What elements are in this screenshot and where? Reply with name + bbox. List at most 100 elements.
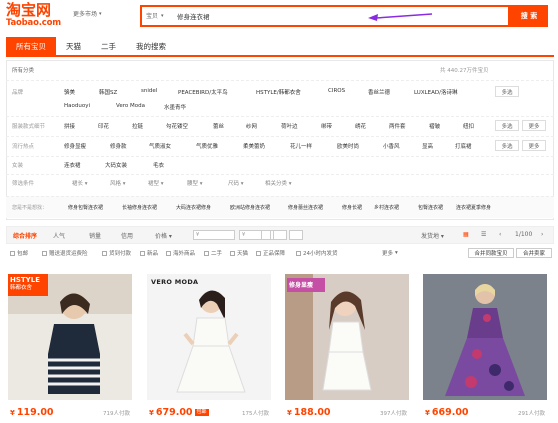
style-item[interactable]: 修身款 <box>110 142 127 150</box>
product-card[interactable]: VERO MODA ¥679.00 包邮 175人付款 <box>147 274 271 421</box>
guess-item[interactable]: 大码连衣裙修身 <box>176 204 211 211</box>
product-card[interactable]: 修身显瘦 ¥188.00 397人付款 <box>285 274 409 421</box>
pattern-item[interactable]: 拉链 <box>132 122 143 130</box>
merge-sellers-button[interactable]: 合并卖家 <box>516 248 552 258</box>
category-item[interactable]: 连衣裙 <box>64 161 81 169</box>
brand-item[interactable]: HSTYLE/韩都衣舍 <box>256 88 301 96</box>
multi-select-button[interactable]: 多选 <box>495 86 519 97</box>
pattern-item[interactable]: 纽扣 <box>463 122 474 130</box>
pattern-item[interactable]: 印花 <box>98 122 109 130</box>
sort-price[interactable]: 价格 ▾ <box>155 231 172 240</box>
price-min-input[interactable]: ¥ <box>193 230 235 240</box>
option-checkbox[interactable]: 天猫 <box>230 249 248 257</box>
list-view-icon[interactable]: ☰ <box>481 231 486 238</box>
option-checkbox[interactable]: 正品保障 <box>256 249 285 257</box>
product-card[interactable]: HSTYLE 韩都衣舍 ¥119.00 719人付款 <box>8 274 132 421</box>
brand-item[interactable]: 韩国SZ <box>99 88 117 96</box>
pattern-item[interactable]: 绑带 <box>321 122 332 130</box>
guess-item[interactable]: 修身蕾丝连衣裙 <box>288 204 323 211</box>
category-item[interactable]: 毛衣 <box>153 161 164 169</box>
style-item[interactable]: 欧美时尚 <box>337 142 359 150</box>
option-checkbox[interactable]: 海外商品 <box>166 249 195 257</box>
multi-select-button[interactable]: 多选 <box>495 140 519 151</box>
option-checkbox[interactable]: 赠送退货运费险 <box>42 249 88 257</box>
pattern-item[interactable]: 绣花 <box>355 122 366 130</box>
style-item[interactable]: 显高 <box>422 142 433 150</box>
sift-dropdown[interactable]: 相关分类 ▾ <box>265 179 292 187</box>
brand-item[interactable]: LUXLEAD/洛诗琳 <box>414 88 457 96</box>
option-checkbox[interactable]: 二手 <box>204 249 222 257</box>
search-scope-dropdown[interactable]: 宝贝 ▾ <box>146 11 164 21</box>
sift-dropdown[interactable]: 风格 ▾ <box>110 179 126 187</box>
option-checkbox[interactable]: 24小时内发货 <box>296 249 338 257</box>
brand-item[interactable]: 香丝兰德 <box>368 88 390 96</box>
guess-item[interactable]: 修身包臀连衣裙 <box>68 204 103 211</box>
option-checkbox[interactable]: 货到付款 <box>102 249 131 257</box>
all-categories-label[interactable]: 所有分类 <box>12 66 34 74</box>
guess-item[interactable]: 修身长裙 <box>342 204 362 211</box>
tab-second-hand[interactable]: 二手 <box>91 37 126 55</box>
product-card[interactable]: ¥669.00 291人付款 <box>423 274 547 421</box>
brand-item[interactable]: CIROS <box>328 88 345 94</box>
search-input[interactable]: 修身连衣裙 <box>177 11 210 21</box>
product-image[interactable]: VERO MODA <box>147 274 271 400</box>
style-item[interactable]: 气质淑女 <box>149 142 171 150</box>
sort-popularity[interactable]: 人气 <box>53 231 65 240</box>
style-item[interactable]: 小香风 <box>383 142 400 150</box>
tab-my-search[interactable]: 我的搜索 <box>126 37 176 55</box>
sift-dropdown[interactable]: 裙型 ▾ <box>148 179 164 187</box>
chevron-down-icon: ▾ <box>161 12 164 19</box>
brand-item[interactable]: Haoduoyi <box>64 103 90 109</box>
pattern-item[interactable]: 两件套 <box>389 122 406 130</box>
search-button[interactable]: 搜 索 <box>510 5 548 27</box>
guess-item[interactable]: 长袖修身连衣裙 <box>122 204 157 211</box>
guess-item[interactable]: 欧洲站修身连衣裙 <box>230 204 270 211</box>
guess-item[interactable]: 连衣裙夏季修身 <box>456 204 491 211</box>
next-page-icon[interactable]: › <box>541 231 543 238</box>
brand-item[interactable]: Vero Moda <box>116 103 145 109</box>
product-image[interactable]: 修身显瘦 <box>285 274 409 400</box>
tab-all-items[interactable]: 所有宝贝 <box>6 37 56 55</box>
sort-credit[interactable]: 信用 <box>121 231 133 240</box>
style-item[interactable]: 柔美蕾奶 <box>243 142 265 150</box>
product-image[interactable] <box>423 274 547 400</box>
pattern-item[interactable]: 纱网 <box>246 122 257 130</box>
option-checkbox[interactable]: 包邮 <box>10 249 28 257</box>
more-button[interactable]: 更多 <box>522 120 546 131</box>
pattern-item[interactable]: 勾花镂空 <box>166 122 188 130</box>
sort-sales[interactable]: 销量 <box>89 231 101 240</box>
brand-item[interactable]: 水墨青华 <box>164 103 186 111</box>
price-value: 679.00 <box>155 407 193 418</box>
sort-default[interactable]: 综合排序 <box>13 231 37 240</box>
style-item[interactable]: 花儿一样 <box>290 142 312 150</box>
guess-item[interactable]: 包臀连衣裙 <box>418 204 443 211</box>
guess-item[interactable]: 乡村连衣裙 <box>374 204 399 211</box>
sift-dropdown[interactable]: 腰型 ▾ <box>187 179 203 187</box>
grid-view-icon[interactable]: ▦ <box>463 231 469 238</box>
pattern-item[interactable]: 荷叶边 <box>281 122 298 130</box>
style-item[interactable]: 打底裙 <box>455 142 472 150</box>
multi-select-button[interactable]: 多选 <box>495 120 519 131</box>
more-options[interactable]: 更多 ▾ <box>382 249 398 257</box>
style-item[interactable]: 修身显瘦 <box>64 142 86 150</box>
pattern-item[interactable]: 蕾丝 <box>213 122 224 130</box>
pattern-item[interactable]: 褶皱 <box>429 122 440 130</box>
option-checkbox[interactable]: 新品 <box>140 249 158 257</box>
category-item[interactable]: 大码女装 <box>105 161 127 169</box>
tab-tmall[interactable]: 天猫 <box>56 37 91 55</box>
brand-item[interactable]: PEACEBIRD/太平鸟 <box>178 88 228 96</box>
option-label: 二手 <box>211 251 223 257</box>
style-item[interactable]: 气质优雅 <box>196 142 218 150</box>
sift-dropdown[interactable]: 尺码 ▾ <box>228 179 244 187</box>
more-button[interactable]: 更多 <box>522 140 546 151</box>
product-image[interactable]: HSTYLE 韩都衣舍 <box>8 274 132 400</box>
ship-from-dropdown[interactable]: 发货地 ▾ <box>421 231 444 240</box>
pattern-item[interactable]: 拼接 <box>64 122 75 130</box>
prev-page-icon[interactable]: ‹ <box>499 231 501 238</box>
sift-dropdown[interactable]: 裙长 ▾ <box>72 179 88 187</box>
merge-same-items-button[interactable]: 合并同款宝贝 <box>468 248 514 258</box>
more-market-dropdown[interactable]: 更多市场 ▾ <box>73 9 102 19</box>
taobao-logo[interactable]: 淘宝网 Taobao.com <box>6 2 70 32</box>
brand-item[interactable]: snidel <box>141 88 157 94</box>
brand-item[interactable]: 骆美 <box>64 88 75 96</box>
